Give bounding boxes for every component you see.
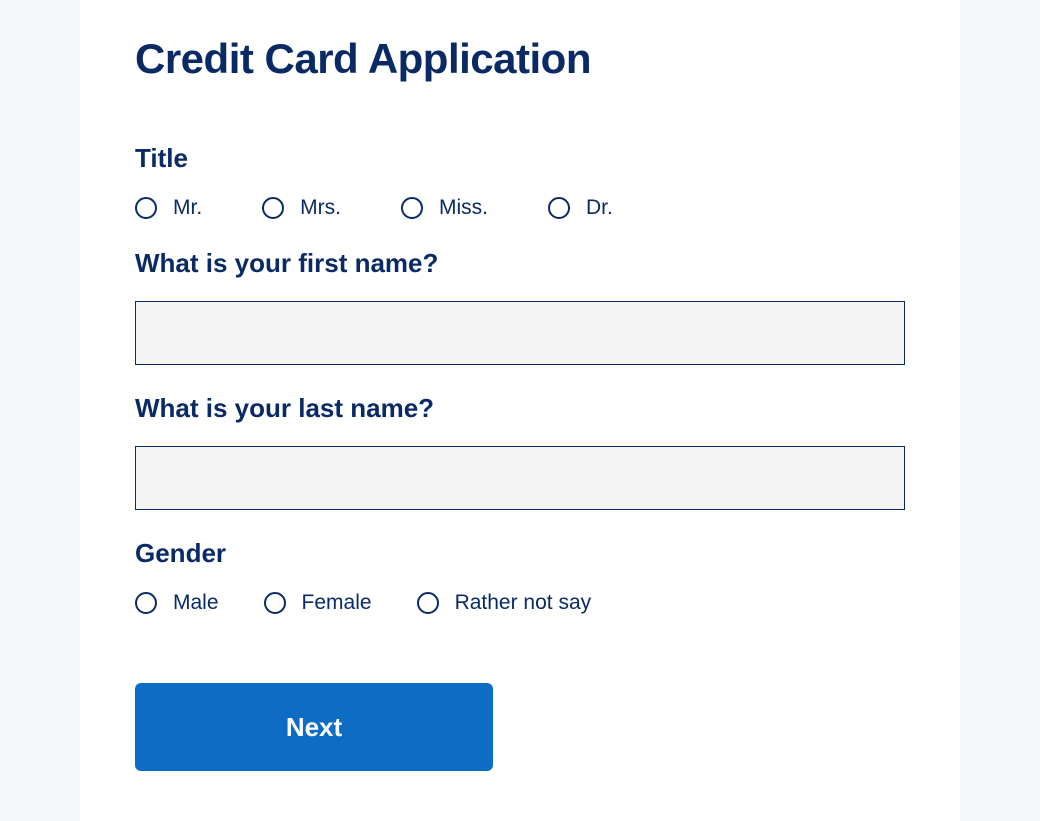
radio-icon [401, 197, 423, 219]
radio-label: Miss. [439, 196, 488, 220]
first-name-input[interactable] [135, 301, 905, 365]
radio-icon [135, 592, 157, 614]
next-button[interactable]: Next [135, 683, 493, 771]
radio-option-rather-not-say[interactable]: Rather not say [417, 591, 592, 615]
radio-label: Mrs. [300, 196, 341, 220]
radio-icon [548, 197, 570, 219]
first-name-label: What is your first name? [135, 248, 905, 279]
page-title: Credit Card Application [135, 35, 905, 83]
radio-label: Rather not say [455, 591, 592, 615]
title-radio-row: Mr. Mrs. Miss. Dr. [135, 196, 905, 220]
radio-option-mrs[interactable]: Mrs. [262, 196, 341, 220]
radio-label: Mr. [173, 196, 202, 220]
radio-option-dr[interactable]: Dr. [548, 196, 613, 220]
radio-icon [262, 197, 284, 219]
application-form-card: Credit Card Application Title Mr. Mrs. M… [80, 0, 960, 821]
radio-option-mr[interactable]: Mr. [135, 196, 202, 220]
title-field-group: Title Mr. Mrs. Miss. Dr. [135, 143, 905, 220]
radio-option-miss[interactable]: Miss. [401, 196, 488, 220]
radio-label: Female [302, 591, 372, 615]
last-name-input[interactable] [135, 446, 905, 510]
radio-label: Male [173, 591, 219, 615]
gender-radio-row: Male Female Rather not say [135, 591, 905, 615]
gender-field-group: Gender Male Female Rather not say [135, 538, 905, 615]
radio-option-male[interactable]: Male [135, 591, 219, 615]
radio-icon [264, 592, 286, 614]
radio-icon [135, 197, 157, 219]
radio-option-female[interactable]: Female [264, 591, 372, 615]
radio-label: Dr. [586, 196, 613, 220]
radio-icon [417, 592, 439, 614]
gender-label: Gender [135, 538, 905, 569]
first-name-field-group: What is your first name? [135, 248, 905, 365]
title-label: Title [135, 143, 905, 174]
last-name-label: What is your last name? [135, 393, 905, 424]
last-name-field-group: What is your last name? [135, 393, 905, 510]
